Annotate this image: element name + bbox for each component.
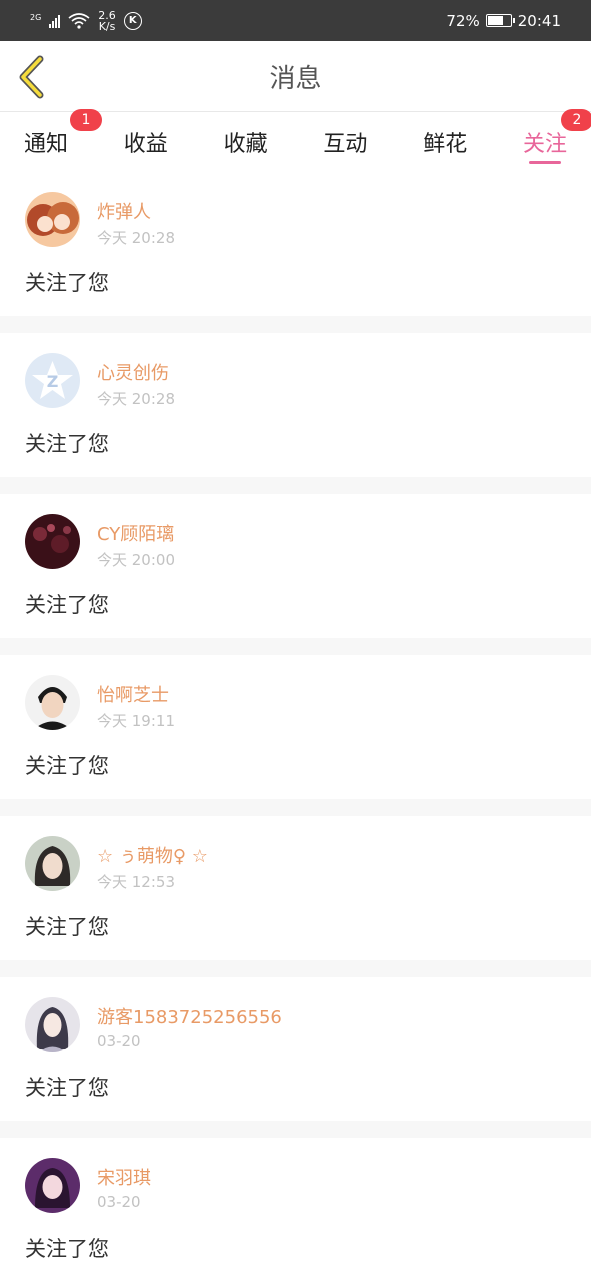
timestamp: 今天 20:00	[97, 551, 175, 569]
message-text: 关注了您	[25, 1076, 109, 1100]
user-name[interactable]: 游客1583725256556	[97, 1003, 282, 1029]
timestamp: 今天 19:11	[97, 712, 175, 730]
avatar[interactable]: Z	[25, 353, 80, 408]
list-item[interactable]: 怡啊芝士 今天 19:11 关注了您	[0, 655, 591, 799]
list-item[interactable]: 游客1583725256556 03-20 关注了您	[0, 977, 591, 1121]
status-left: 2G 2.6 K/s K	[30, 10, 142, 32]
timestamp: 03-20	[97, 1193, 141, 1211]
signal-icon	[49, 14, 61, 28]
avatar[interactable]	[25, 836, 80, 891]
speed-unit: K/s	[98, 19, 116, 33]
user-name[interactable]: ☆ ぅ萌物♀ ☆	[97, 842, 208, 868]
clock: 20:41	[517, 11, 561, 30]
status-bar: 2G 2.6 K/s K 72% 20:41	[0, 0, 591, 41]
message-text: 关注了您	[25, 432, 109, 456]
notification-badge: 1	[70, 109, 103, 131]
user-name[interactable]: CY顾陌璃	[97, 520, 174, 546]
tab-earnings[interactable]: 收益	[124, 112, 168, 172]
wifi-icon	[68, 12, 90, 29]
user-name[interactable]: 怡啊芝士	[97, 681, 169, 707]
k-circle-icon: K	[123, 11, 142, 30]
notification-badge: 2	[561, 109, 591, 131]
network-speed: 2.6 K/s	[98, 10, 116, 32]
tab-label: 关注	[522, 132, 567, 157]
timestamp: 今天 20:28	[97, 390, 175, 408]
timestamp: 今天 20:28	[97, 229, 175, 247]
tab-label: 收藏	[223, 132, 268, 157]
tab-follows[interactable]: 关注 2	[522, 109, 591, 172]
back-button[interactable]	[14, 55, 54, 99]
tab-flowers[interactable]: 鲜花	[423, 112, 467, 172]
avatar[interactable]	[25, 675, 80, 730]
message-text: 关注了您	[25, 915, 109, 939]
active-tab-indicator	[528, 161, 561, 164]
list-item[interactable]: Z 心灵创伤 今天 20:28 关注了您	[0, 333, 591, 477]
tab-label: 鲜花	[423, 132, 468, 157]
tab-bar: 通知 1 收益 收藏 互动 鲜花 关注 2	[0, 109, 591, 172]
user-name[interactable]: 宋羽琪	[97, 1164, 151, 1190]
message-text: 关注了您	[25, 754, 109, 778]
svg-text:Z: Z	[47, 372, 59, 391]
message-text: 关注了您	[25, 1237, 109, 1261]
avatar[interactable]	[25, 997, 80, 1052]
avatar[interactable]	[25, 1158, 80, 1213]
timestamp: 03-20	[97, 1032, 141, 1050]
network-type: 2G	[30, 13, 42, 22]
user-name[interactable]: 炸弹人	[97, 198, 151, 224]
list-item[interactable]: 宋羽琪 03-20 关注了您	[0, 1138, 591, 1282]
avatar[interactable]	[25, 514, 80, 569]
status-right: 72% 20:41	[446, 12, 561, 30]
list-item[interactable]: 炸弹人 今天 20:28 关注了您	[0, 172, 591, 316]
message-text: 关注了您	[25, 593, 109, 617]
battery-icon	[485, 14, 515, 27]
avatar[interactable]	[25, 192, 80, 247]
timestamp: 今天 12:53	[97, 873, 175, 891]
tab-label: 收益	[123, 132, 168, 157]
message-text: 关注了您	[25, 271, 109, 295]
header: 消息	[0, 41, 591, 112]
tab-interactions[interactable]: 互动	[323, 112, 367, 172]
list-item[interactable]: CY顾陌璃 今天 20:00 关注了您	[0, 494, 591, 638]
list-item[interactable]: ☆ ぅ萌物♀ ☆ 今天 12:53 关注了您	[0, 816, 591, 960]
tab-label: 互动	[323, 132, 368, 157]
tab-favorites[interactable]: 收藏	[224, 112, 268, 172]
tab-label: 通知	[24, 132, 69, 157]
user-name[interactable]: 心灵创伤	[97, 359, 169, 385]
follow-list: 炸弹人 今天 20:28 关注了您 Z 心灵创伤 今天 20:28 关注了您 C…	[0, 172, 591, 1282]
tab-notifications[interactable]: 通知 1	[24, 109, 103, 172]
battery-percent: 72%	[446, 11, 480, 30]
page-title: 消息	[269, 63, 322, 94]
